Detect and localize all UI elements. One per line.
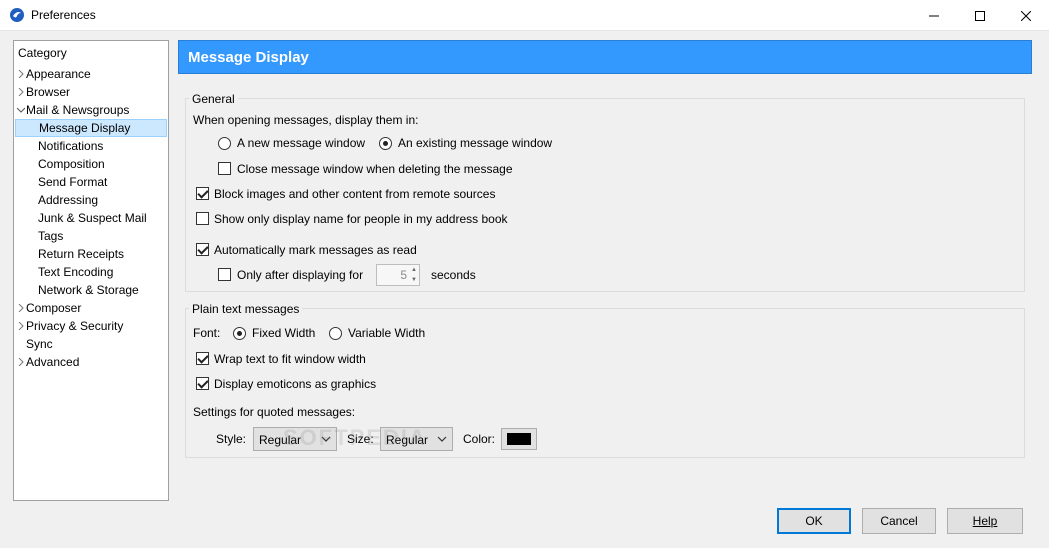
fixed-width-label[interactable]: Fixed Width: [252, 326, 315, 340]
existing-window-label[interactable]: An existing message window: [398, 136, 552, 150]
emoticons-label[interactable]: Display emoticons as graphics: [214, 377, 376, 391]
tree-item-return-receipts[interactable]: Return Receipts: [38, 245, 124, 263]
fixed-width-radio[interactable]: [233, 327, 246, 340]
close-on-delete-label[interactable]: Close message window when deleting the m…: [237, 162, 513, 176]
tree-item-privacy-security[interactable]: Privacy & Security: [26, 317, 123, 335]
help-button[interactable]: Help: [947, 508, 1023, 534]
open-messages-label: When opening messages, display them in:: [193, 113, 419, 127]
size-select[interactable]: Regular: [380, 427, 453, 451]
tree-item-composer[interactable]: Composer: [26, 299, 81, 317]
seamonkey-icon: [10, 8, 24, 22]
general-legend: General: [189, 92, 238, 106]
variable-width-label[interactable]: Variable Width: [348, 326, 425, 340]
chevron-down-icon: [437, 436, 447, 442]
wrap-text-checkbox[interactable]: [196, 352, 209, 365]
page-header: Message Display: [178, 40, 1032, 74]
window-title: Preferences: [31, 8, 96, 22]
tree-item-tags[interactable]: Tags: [38, 227, 63, 245]
tree-item-message-display[interactable]: Message Display: [15, 119, 167, 137]
tree-item-junk-suspect-mail[interactable]: Junk & Suspect Mail: [38, 209, 147, 227]
category-heading: Category: [18, 46, 67, 60]
quote-color-button[interactable]: [501, 428, 537, 450]
chevron-right-icon[interactable]: [17, 304, 25, 312]
tree-item-mail-newsgroups[interactable]: Mail & Newsgroups: [26, 101, 129, 119]
tree-item-network-storage[interactable]: Network & Storage: [38, 281, 139, 299]
quote-color-swatch: [507, 433, 531, 445]
plain-text-legend: Plain text messages: [189, 302, 303, 316]
existing-window-radio[interactable]: [379, 137, 392, 150]
close-on-delete-checkbox[interactable]: [218, 162, 231, 175]
show-display-name-checkbox[interactable]: [196, 212, 209, 225]
tree-item-notifications[interactable]: Notifications: [38, 137, 103, 155]
only-after-label[interactable]: Only after displaying for: [237, 268, 363, 282]
help-label: Help: [972, 514, 998, 528]
delay-value: 5: [400, 268, 407, 282]
chevron-down-icon: [321, 436, 331, 442]
style-label: Style:: [216, 432, 247, 446]
chevron-down-icon[interactable]: [17, 106, 25, 114]
font-label: Font:: [193, 326, 221, 340]
close-button[interactable]: [1003, 0, 1049, 31]
emoticons-checkbox[interactable]: [196, 377, 209, 390]
new-window-radio[interactable]: [218, 137, 231, 150]
show-display-name-label[interactable]: Show only display name for people in my …: [214, 212, 508, 226]
tree-item-addressing[interactable]: Addressing: [38, 191, 98, 209]
only-after-checkbox[interactable]: [218, 268, 231, 281]
style-select[interactable]: Regular: [253, 427, 337, 451]
close-icon: [1021, 10, 1031, 21]
size-value: Regular: [386, 433, 429, 447]
title-bar: Preferences: [0, 0, 1049, 31]
minimize-button[interactable]: [911, 0, 957, 31]
seconds-label: seconds: [431, 268, 476, 282]
tree-item-advanced[interactable]: Advanced: [26, 353, 79, 371]
auto-mark-read-label[interactable]: Automatically mark messages as read: [214, 243, 417, 257]
minimize-icon: [929, 15, 939, 16]
color-label: Color:: [463, 432, 496, 446]
tree-item-browser[interactable]: Browser: [26, 83, 70, 101]
auto-mark-read-checkbox[interactable]: [196, 243, 209, 256]
tree-item-appearance[interactable]: Appearance: [26, 65, 91, 83]
size-label: Size:: [347, 432, 374, 446]
page-title: Message Display: [188, 49, 309, 66]
delay-spinner[interactable]: 5 ▲ ▼: [376, 264, 420, 286]
category-tree[interactable]: Category Appearance Browser Mail & Newsg…: [13, 40, 169, 501]
cancel-button[interactable]: Cancel: [862, 508, 936, 534]
maximize-button[interactable]: [957, 0, 1003, 31]
variable-width-radio[interactable]: [329, 327, 342, 340]
wrap-text-label[interactable]: Wrap text to fit window width: [214, 352, 366, 366]
style-value: Regular: [259, 433, 302, 447]
chevron-right-icon[interactable]: [17, 70, 25, 78]
chevron-right-icon[interactable]: [17, 322, 25, 330]
block-images-label[interactable]: Block images and other content from remo…: [214, 187, 495, 201]
tree-item-send-format[interactable]: Send Format: [38, 173, 107, 191]
chevron-right-icon[interactable]: [17, 88, 25, 96]
ok-button[interactable]: OK: [777, 508, 851, 534]
chevron-right-icon[interactable]: [17, 358, 25, 366]
spinner-arrows-icon[interactable]: ▲ ▼: [409, 265, 419, 285]
tree-item-text-encoding[interactable]: Text Encoding: [38, 263, 113, 281]
tree-item-sync[interactable]: Sync: [26, 335, 53, 353]
tree-item-composition[interactable]: Composition: [38, 155, 105, 173]
maximize-icon: [975, 10, 985, 21]
block-images-checkbox[interactable]: [196, 187, 209, 200]
quoted-settings-label: Settings for quoted messages:: [193, 405, 356, 419]
new-window-label[interactable]: A new message window: [237, 136, 365, 150]
